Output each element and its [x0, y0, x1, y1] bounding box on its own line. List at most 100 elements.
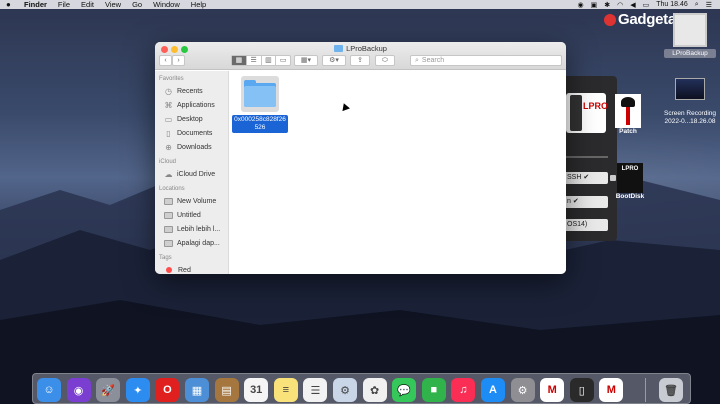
sidebar-item-new-volume[interactable]: New Volume	[155, 194, 228, 208]
notebook-icon[interactable]: ▤	[214, 378, 239, 402]
opera-icon[interactable]: O	[155, 378, 180, 402]
menu-window[interactable]: Window	[153, 0, 180, 9]
sidebar-item-label: Lebih lebih l...	[177, 225, 221, 233]
menu-view[interactable]: View	[105, 0, 121, 9]
sidebar-item-downloads[interactable]: ⊕ Downloads	[155, 140, 228, 154]
utility-icon[interactable]: ⚙	[333, 378, 357, 402]
search-icon: ⌕	[415, 57, 419, 64]
lpro-backup-app-icon[interactable]: ▯	[569, 378, 594, 402]
forward-button[interactable]: ›	[172, 55, 185, 66]
lpro-app-icon[interactable]: M	[540, 378, 565, 402]
sidebar-item-label: Documents	[177, 129, 213, 137]
video-thumbnail-icon	[675, 78, 705, 100]
menu-app-name[interactable]: Finder	[24, 0, 47, 9]
ssh-status-bar[interactable]: SSH ✔	[564, 172, 608, 184]
menu-edit[interactable]: Edit	[81, 0, 94, 9]
status-bar-3[interactable]: OS14)	[564, 219, 608, 231]
list-view-icon[interactable]: ☰	[247, 56, 262, 65]
menu-help[interactable]: Help	[191, 0, 206, 9]
battery-icon[interactable]: ▭	[643, 1, 650, 9]
lpro-tool-icon[interactable]: M	[599, 378, 624, 402]
volume-icon[interactable]: ◀	[630, 1, 635, 9]
notes-icon[interactable]: ≡	[273, 378, 298, 402]
system-preferences-icon[interactable]: ⚙	[510, 378, 535, 402]
desktop-screen-recording[interactable]: Screen Recording 2022-0...18.26.08	[660, 78, 720, 126]
finder-sidebar: Favorites ◷ Recents ⌘ Applications ▭ Deskto…	[155, 71, 229, 274]
sidebar-item-tag-red[interactable]: Red	[155, 263, 228, 274]
sidebar-item-documents[interactable]: ▯ Documents	[155, 126, 228, 140]
disk-icon	[164, 211, 173, 219]
action-button[interactable]: ⚙▾	[322, 55, 346, 66]
lpro-menu-icon[interactable]: ▣	[591, 1, 598, 9]
disk-icon	[164, 239, 173, 247]
reminders-icon[interactable]: ☰	[303, 378, 328, 402]
folder-icon	[244, 80, 276, 107]
applications-icon: ⌘	[164, 100, 173, 110]
sidebar-item-lebih[interactable]: Lebih lebih l...	[155, 222, 228, 236]
desktop-lprobackup[interactable]: LProBackup	[664, 13, 716, 58]
finder-icon[interactable]: ☺	[37, 378, 61, 402]
sidebar-item-label: Desktop	[177, 115, 203, 123]
sidebar-item-label: Recents	[177, 87, 203, 95]
sidebar-item-recents[interactable]: ◷ Recents	[155, 84, 228, 98]
finder-content[interactable]: 0x000258c828f26526	[230, 71, 566, 274]
back-button[interactable]: ‹	[159, 55, 172, 66]
sidebar-item-icloud-drive[interactable]: ☁ iCloud Drive	[155, 167, 228, 181]
wifi-icon[interactable]: ◠	[617, 1, 623, 9]
search-menu-icon[interactable]: ⌕	[695, 1, 699, 9]
calendar-icon[interactable]: 31	[244, 378, 269, 402]
photos-icon[interactable]: ✿	[362, 378, 387, 402]
gallery-view-icon[interactable]: ▭	[276, 56, 290, 65]
desktop-recording-label-1: Screen Recording	[663, 110, 717, 117]
lpro-logo-icon: LPRO	[566, 93, 608, 133]
app-store-icon[interactable]: A	[481, 378, 505, 402]
music-icon[interactable]: ♫	[451, 378, 476, 402]
search-input[interactable]: ⌕ Search	[410, 55, 562, 66]
patch-app-icon	[615, 94, 641, 128]
bootdisk-label: BootDisk	[615, 193, 645, 200]
desktop-bootdisk[interactable]: LPRO BootDisk	[613, 163, 647, 200]
share-button[interactable]: ⇪	[350, 55, 370, 66]
desktop-recording-label-2: 2022-0...18.26.08	[664, 118, 716, 125]
siri-icon[interactable]: ◉	[66, 378, 91, 402]
facetime-icon[interactable]: ■	[421, 378, 446, 402]
sidebar-item-desktop[interactable]: ▭ Desktop	[155, 112, 228, 126]
share-icon: ⇪	[357, 57, 363, 64]
tag-icon: ⬭	[382, 57, 388, 64]
menu-go[interactable]: Go	[132, 0, 142, 9]
dock-separator	[645, 378, 646, 402]
clock[interactable]: Thu 18.46	[656, 1, 688, 8]
column-view-icon[interactable]: ▥	[262, 56, 277, 65]
control-menu-icon[interactable]: ☰	[706, 1, 712, 9]
status-bar-2[interactable]: n ✔	[564, 196, 608, 208]
tag-button[interactable]: ⬭	[375, 55, 395, 66]
folder-item[interactable]: 0x000258c828f26526	[232, 76, 288, 133]
sidebar-header-locations: Locations	[159, 186, 185, 192]
icon-view-icon[interactable]: ▦	[232, 56, 247, 65]
sidebar-item-apalagi[interactable]: Apalagi dap...	[155, 236, 228, 250]
finder-window[interactable]: LProBackup ‹ › ▦ ☰ ▥ ▭ ▦▾ ⚙▾ ⇪ ⬭ ⌕ Search…	[155, 42, 566, 274]
sidebar-header-icloud: iCloud	[159, 159, 177, 165]
bluetooth-icon[interactable]: ✱	[604, 1, 610, 9]
sidebar-item-applications[interactable]: ⌘ Applications	[155, 98, 228, 112]
safari-icon[interactable]: ✦	[125, 378, 150, 402]
preview-icon[interactable]: ▦	[185, 378, 209, 402]
menu-bar: ● Finder File Edit View Go Window Help ◉…	[0, 0, 720, 9]
patch-label: Patch	[619, 128, 637, 135]
trash-icon[interactable]: 🗑	[659, 378, 683, 402]
sidebar-item-label: Red	[178, 266, 191, 274]
arrange-icon: ▦▾	[300, 57, 312, 64]
desktop-patch[interactable]: Patch	[613, 94, 643, 135]
finder-toolbar: LProBackup ‹ › ▦ ☰ ▥ ▭ ▦▾ ⚙▾ ⇪ ⬭ ⌕ Search	[155, 42, 566, 70]
record-icon[interactable]: ◉	[578, 1, 584, 9]
sidebar-item-untitled[interactable]: Untitled	[155, 208, 228, 222]
menu-file[interactable]: File	[58, 0, 70, 9]
folder-name[interactable]: 0x000258c828f26526	[232, 115, 288, 133]
disk-icon	[164, 197, 173, 205]
apple-menu-icon[interactable]: ●	[6, 0, 16, 9]
sidebar-header-tags: Tags	[159, 255, 172, 261]
sidebar-item-label: Apalagi dap...	[177, 239, 220, 247]
messages-icon[interactable]: 💬	[392, 378, 417, 402]
launchpad-icon[interactable]: 🚀	[96, 378, 121, 402]
arrange-button[interactable]: ▦▾	[294, 55, 318, 66]
